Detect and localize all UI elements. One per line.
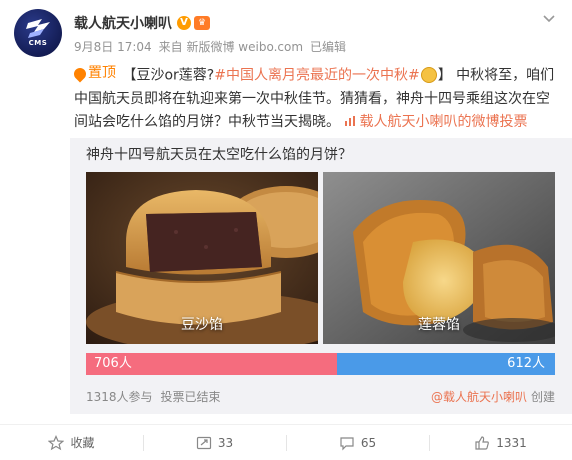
vote-question: 神舟十四号航天员在太空吃什么馅的月饼？: [86, 147, 352, 163]
avatar[interactable]: CMS: [14, 9, 62, 57]
vote-link[interactable]: 载人航天小喇叭的微博投票: [344, 114, 527, 130]
vote-status: 投票已结束: [160, 390, 221, 404]
comment-count: 65: [360, 435, 377, 450]
thumbs-up-icon: [475, 435, 490, 450]
pinned-label: 置顶: [88, 65, 116, 81]
repost-count: 33: [217, 435, 234, 450]
username-row: 载人航天小喇叭 V ♛: [74, 13, 210, 33]
verified-icon: V: [177, 16, 191, 30]
vote-bar-lotus: 612人: [337, 353, 555, 375]
vote-link-label: 载人航天小喇叭的微博投票: [359, 113, 528, 130]
vote-option-label: 豆沙馅: [181, 317, 223, 333]
close-bracket: 】: [437, 67, 452, 84]
comment-icon: [340, 436, 354, 450]
vote-link-icon: [345, 115, 356, 126]
title-text: 豆沙or莲蓉?: [136, 67, 215, 84]
vote-option-lotus[interactable]: 莲蓉馅: [323, 172, 555, 344]
avatar-label: CMS: [28, 39, 48, 47]
post-source: 来自 新版微博 weibo.com: [158, 40, 304, 54]
edited-label[interactable]: 已编辑: [310, 38, 346, 55]
repost-icon: [196, 436, 211, 449]
vote-option-red-bean[interactable]: 豆沙馅: [86, 172, 318, 344]
vote-bar-red-bean: 706人: [86, 353, 337, 375]
post-meta: 9月8日 17:04 来自 新版微博 weibo.com 已编辑: [74, 38, 346, 55]
vote-result-bar: 706人 612人: [86, 353, 555, 375]
vote-option-label: 莲蓉馅: [418, 317, 460, 333]
favorite-button[interactable]: 收藏: [0, 425, 143, 460]
comment-button[interactable]: 65: [286, 425, 429, 460]
like-button[interactable]: 1331: [429, 425, 572, 460]
repost-button[interactable]: 33: [143, 425, 286, 460]
chevron-down-icon[interactable]: [542, 12, 556, 26]
fire-icon: [71, 65, 89, 82]
moneybag-emoji-icon: [420, 66, 437, 83]
vote-created-label: 创建: [530, 390, 555, 404]
open-bracket: 【: [122, 67, 137, 84]
post-date[interactable]: 9月8日 17:04: [74, 38, 152, 55]
post-text: 置顶 【豆沙or莲蓉?#中国人离月亮最近的一次中秋#】 中秋将至，咱们中国航天员…: [71, 62, 562, 134]
vote-card: 神舟十四号航天员在太空吃什么馅的月饼？ 豆沙馅 莲蓉馅 706人 612人 13…: [70, 138, 572, 414]
cms-logo-icon: [26, 19, 50, 38]
like-count: 1331: [496, 435, 527, 450]
star-icon: [48, 434, 65, 450]
vote-footer: 1318人参与 投票已结束 @载人航天小喇叭 创建: [86, 388, 555, 405]
pinned-badge: 置顶: [71, 62, 116, 85]
vip-crown-icon: ♛: [194, 16, 210, 30]
topic-link[interactable]: #中国人离月亮最近的一次中秋#: [214, 68, 419, 84]
favorite-label: 收藏: [70, 436, 95, 450]
vote-creator-link[interactable]: @载人航天小喇叭: [431, 388, 527, 405]
vote-participants: 1318人参与: [86, 390, 153, 404]
username[interactable]: 载人航天小喇叭: [74, 13, 172, 33]
action-bar: 收藏 33 65 1331: [0, 424, 572, 460]
